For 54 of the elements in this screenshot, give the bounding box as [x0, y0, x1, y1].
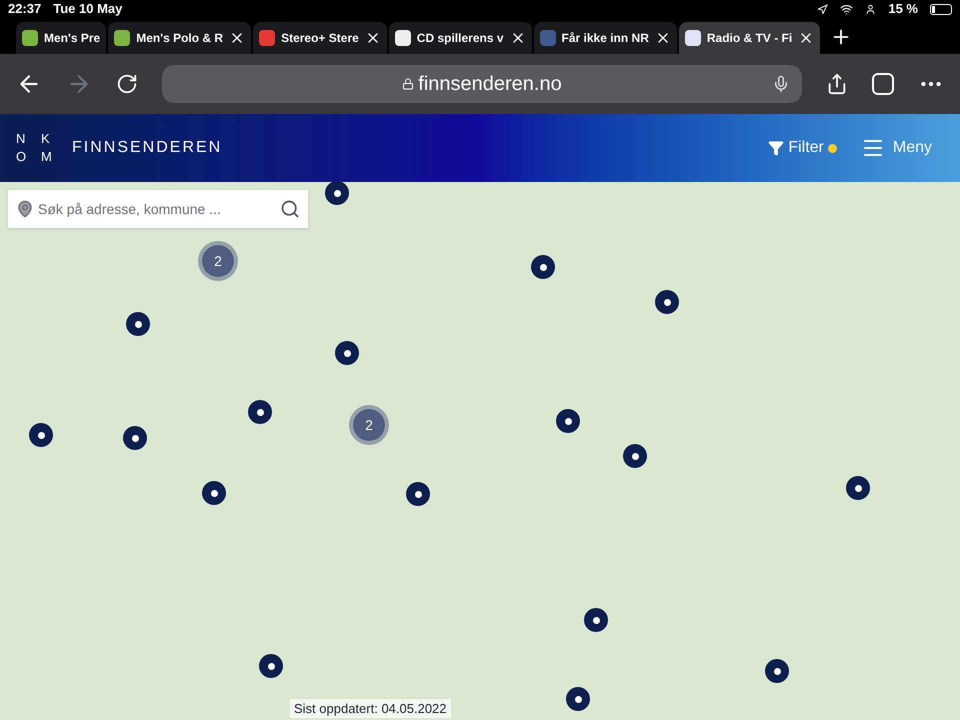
map-pin-icon[interactable]	[556, 409, 580, 433]
lock-icon	[402, 78, 414, 90]
address-bar[interactable]: finnsenderen.no	[162, 65, 802, 103]
site-favicon	[684, 30, 701, 46]
browser-tab[interactable]: Radio & TV - Fi	[678, 22, 820, 54]
browser-tab[interactable]: Men's Pre	[16, 22, 106, 54]
map-pin-icon[interactable]	[335, 341, 359, 365]
cluster-marker[interactable]: 2	[202, 245, 234, 277]
share-icon[interactable]	[826, 73, 848, 95]
location-pin-icon	[16, 200, 34, 218]
map-pin-icon[interactable]	[566, 687, 590, 711]
url-text: finnsenderen.no	[418, 72, 562, 97]
map-pin-icon[interactable]	[584, 608, 608, 632]
status-date: Tue 10 May	[53, 0, 122, 18]
reload-icon[interactable]	[116, 73, 138, 95]
site-logo[interactable]: N K O M	[16, 130, 56, 166]
map-pin-icon[interactable]	[325, 181, 349, 205]
browser-tab[interactable]: Stereo+ Stere	[253, 22, 387, 54]
map-pin-icon[interactable]	[765, 659, 789, 683]
site-title: FINNSENDEREN	[72, 138, 222, 158]
map-pin-icon[interactable]	[406, 482, 430, 506]
site-favicon	[394, 30, 411, 46]
filter-icon	[768, 140, 784, 156]
microphone-icon[interactable]	[772, 75, 790, 93]
browser-tab[interactable]: Men's Polo & R	[108, 22, 252, 54]
cluster-marker[interactable]: 2	[353, 409, 385, 441]
map-view[interactable]: Søk på adresse, kommune ... 2 2 Sist oppdatert: 04.05.2022	[0, 182, 960, 720]
search-input[interactable]: Søk på adresse, kommune ...	[38, 198, 276, 220]
map-pin-icon[interactable]	[29, 423, 53, 447]
person-icon	[865, 4, 876, 14]
site-favicon	[114, 30, 130, 46]
map-pin-icon[interactable]	[259, 654, 283, 678]
location-icon	[817, 4, 828, 14]
search-field[interactable]: Søk på adresse, kommune ...	[8, 190, 308, 228]
browser-tab[interactable]: Får ikke inn NR	[534, 22, 677, 54]
map-pin-icon[interactable]	[655, 290, 679, 314]
filter-button[interactable]: Filter	[768, 136, 824, 160]
search-icon[interactable]	[280, 199, 300, 219]
map-pin-icon[interactable]	[123, 426, 147, 450]
map-pin-icon[interactable]	[846, 476, 870, 500]
last-updated-text: Sist oppdatert: 04.05.2022	[290, 698, 451, 718]
status-time: 22:37	[8, 0, 42, 18]
wifi-icon	[840, 2, 854, 16]
browser-tab[interactable]: CD spillerens v	[388, 22, 532, 54]
map-pin-icon[interactable]	[531, 255, 555, 279]
site-favicon	[259, 30, 276, 46]
site-favicon	[22, 30, 38, 46]
map-pin-icon[interactable]	[248, 400, 272, 424]
map-pin-icon[interactable]	[202, 481, 226, 505]
map-pin-icon[interactable]	[126, 312, 150, 336]
battery-percent: 15 %	[888, 0, 918, 18]
battery-icon	[930, 4, 952, 14]
site-favicon	[540, 30, 556, 46]
map-pin-icon[interactable]	[623, 444, 647, 468]
